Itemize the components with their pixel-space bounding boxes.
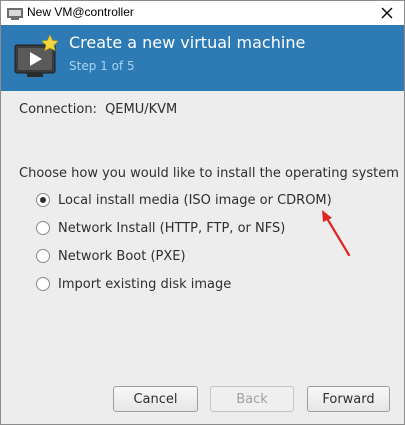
title-bar[interactable]: New VM@controller (1, 1, 404, 25)
annotation-arrow-icon (322, 210, 351, 257)
radio-label: Import existing disk image (58, 276, 232, 292)
install-method-prompt: Choose how you would like to install the… (19, 166, 399, 181)
step-indicator: Step 1 of 5 (69, 59, 135, 73)
close-icon (381, 7, 393, 19)
radio-button[interactable] (36, 277, 50, 291)
new-vm-dialog: New VM@controller Create a new virtual m… (0, 0, 405, 425)
radio-import-disk-image[interactable]: Import existing disk image (36, 274, 231, 294)
radio-local-install-media[interactable]: Local install media (ISO image or CDROM) (36, 190, 332, 210)
connection-label: Connection: (19, 102, 97, 117)
radio-network-install[interactable]: Network Install (HTTP, FTP, or NFS) (36, 218, 285, 238)
radio-label: Local install media (ISO image or CDROM) (58, 192, 332, 208)
radio-label: Network Boot (PXE) (58, 248, 186, 264)
connection-info: Connection: QEMU/KVM (19, 102, 177, 117)
virtual-machine-icon (14, 34, 59, 77)
virt-manager-app-icon (7, 8, 23, 20)
radio-label: Network Install (HTTP, FTP, or NFS) (58, 220, 286, 236)
connection-value: QEMU/KVM (105, 102, 178, 117)
radio-network-boot[interactable]: Network Boot (PXE) (36, 246, 186, 266)
page-title: Create a new virtual machine (69, 33, 306, 52)
back-button[interactable]: Back (210, 386, 294, 412)
header-banner: Create a new virtual machine Step 1 of 5 (1, 25, 404, 91)
close-button[interactable] (370, 1, 404, 25)
forward-button[interactable]: Forward (307, 386, 390, 412)
cancel-button[interactable]: Cancel (113, 386, 198, 412)
radio-button[interactable] (36, 249, 50, 263)
radio-button-selected[interactable] (36, 193, 50, 207)
radio-button[interactable] (36, 221, 50, 235)
window-title: New VM@controller (27, 5, 134, 19)
